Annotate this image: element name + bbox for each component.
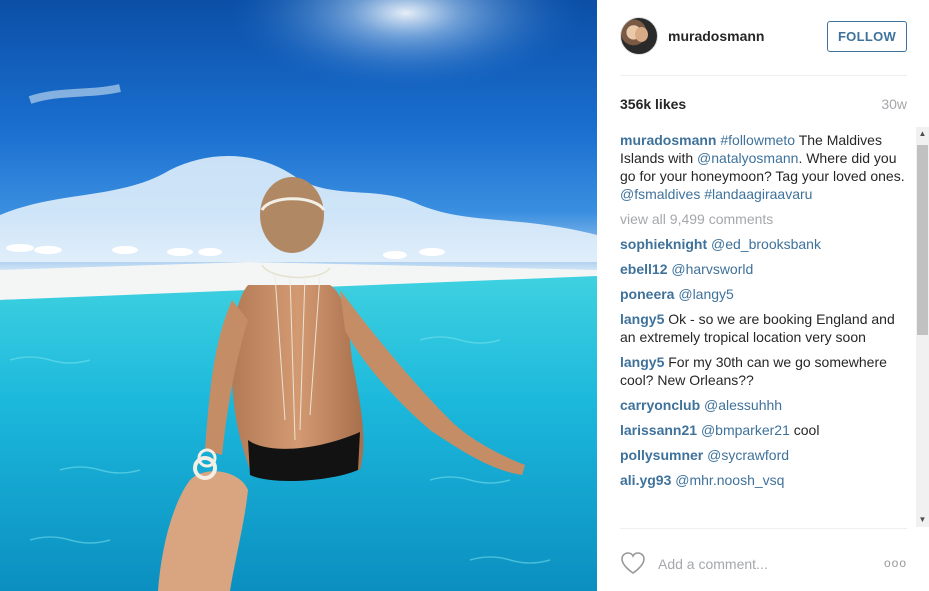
post-photo[interactable] bbox=[0, 0, 597, 591]
comment-item: larissann21 @bmparker21 cool bbox=[620, 421, 907, 439]
caption: muradosmann #followmeto The Maldives Isl… bbox=[620, 131, 907, 203]
comment-mention[interactable]: @harvsworld bbox=[671, 261, 753, 277]
comment-mention[interactable]: @alessuhhh bbox=[704, 397, 782, 413]
scroll-thumb[interactable] bbox=[917, 145, 928, 335]
caption-hashtag[interactable]: #landaagiraavaru bbox=[704, 186, 812, 202]
comment-username[interactable]: pollysumner bbox=[620, 447, 703, 463]
caption-mention[interactable]: @natalyosmann bbox=[697, 150, 798, 166]
comment-mention[interactable]: @ed_brooksbank bbox=[711, 236, 821, 252]
comment-mention[interactable]: @mhr.noosh_vsq bbox=[675, 472, 784, 488]
comment-username[interactable]: poneera bbox=[620, 286, 674, 302]
post-header: muradosmann FOLLOW bbox=[620, 0, 907, 76]
post-panel: muradosmann FOLLOW 356k likes 30w murado… bbox=[597, 0, 929, 591]
more-options-icon[interactable]: ooo bbox=[884, 556, 907, 570]
likes-count[interactable]: 356k likes bbox=[620, 96, 686, 112]
comment-username[interactable]: ebell12 bbox=[620, 261, 667, 277]
comment-item: ali.yg93 @mhr.noosh_vsq bbox=[620, 471, 907, 489]
likes-row: 356k likes 30w bbox=[620, 96, 907, 114]
comment-username[interactable]: langy5 bbox=[620, 311, 664, 327]
comment-item: langy5 Ok - so we are booking England an… bbox=[620, 310, 907, 346]
comment-username[interactable]: ali.yg93 bbox=[620, 472, 671, 488]
view-all-comments-link[interactable]: view all 9,499 comments bbox=[620, 210, 907, 228]
username-link[interactable]: muradosmann bbox=[668, 28, 764, 44]
caption-hashtag[interactable]: #followmeto bbox=[720, 132, 795, 148]
comment-mention[interactable]: @langy5 bbox=[678, 286, 733, 302]
photo-illustration bbox=[0, 0, 597, 591]
comment-mention[interactable]: @bmparker21 bbox=[701, 422, 790, 438]
comment-item: pollysumner @sycrawford bbox=[620, 446, 907, 464]
comments-list: muradosmann #followmeto The Maldives Isl… bbox=[620, 131, 907, 527]
heart-icon[interactable] bbox=[620, 551, 646, 575]
follow-button[interactable]: FOLLOW bbox=[827, 21, 907, 52]
comment-item: carryonclub @alessuhhh bbox=[620, 396, 907, 414]
comment-item: poneera @langy5 bbox=[620, 285, 907, 303]
comment-item: ebell12 @harvsworld bbox=[620, 260, 907, 278]
scroll-up-icon[interactable]: ▲ bbox=[916, 127, 929, 141]
comment-footer: ooo bbox=[620, 528, 907, 591]
avatar-face bbox=[635, 27, 648, 42]
caption-mention[interactable]: @fsmaldives bbox=[620, 186, 700, 202]
comment-username[interactable]: larissann21 bbox=[620, 422, 697, 438]
comment-mention[interactable]: @sycrawford bbox=[707, 447, 789, 463]
comment-username[interactable]: sophieknight bbox=[620, 236, 707, 252]
comment-item: sophieknight @ed_brooksbank bbox=[620, 235, 907, 253]
caption-username[interactable]: muradosmann bbox=[620, 132, 716, 148]
comment-text: cool bbox=[789, 422, 820, 438]
comment-item: langy5 For my 30th can we go somewhere c… bbox=[620, 353, 907, 389]
avatar[interactable] bbox=[620, 17, 658, 55]
scroll-down-icon[interactable]: ▼ bbox=[916, 513, 929, 527]
comments-scrollbar[interactable]: ▲ ▼ bbox=[916, 127, 929, 527]
add-comment-input[interactable] bbox=[658, 555, 868, 573]
comment-username[interactable]: langy5 bbox=[620, 354, 664, 370]
comment-username[interactable]: carryonclub bbox=[620, 397, 700, 413]
post-age[interactable]: 30w bbox=[881, 96, 907, 112]
